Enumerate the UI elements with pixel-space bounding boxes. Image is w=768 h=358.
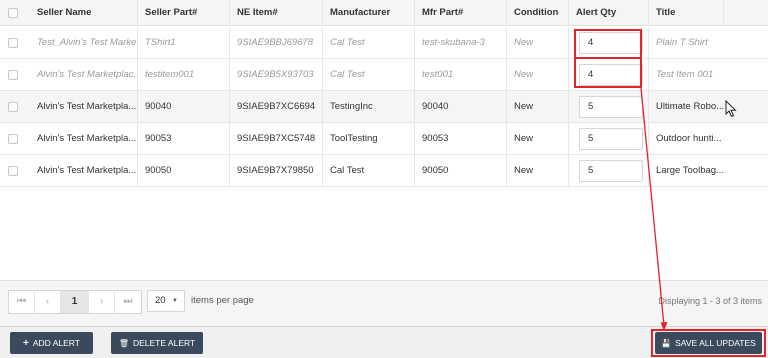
save-all-updates-label: SAVE ALL UPDATES xyxy=(675,338,756,348)
table-row[interactable]: Alvin's Test Marketpla... 90050 9SIAE9B7… xyxy=(0,155,768,187)
seller-part-cell: TShirt1 xyxy=(138,27,230,59)
alert-qty-input[interactable]: 4 xyxy=(579,64,643,86)
title-cell: Ultimate Robo... xyxy=(656,101,724,112)
manufacturer-cell: Cal Test xyxy=(323,155,415,187)
seller-part-cell: 90040 xyxy=(138,91,230,123)
ne-item-cell: 9SIAE9B5X93703 xyxy=(230,59,323,91)
manufacturer-cell: Cal Test xyxy=(323,27,415,59)
ne-item-cell: 9SIAE9B7XC5748 xyxy=(230,123,323,155)
row-checkbox[interactable] xyxy=(8,70,18,80)
save-icon: 💾 xyxy=(661,339,672,348)
last-page-button[interactable]: ⏭ xyxy=(115,291,141,313)
alert-qty-input[interactable]: 5 xyxy=(579,128,643,150)
trash-icon: 🗑 xyxy=(118,339,129,348)
alert-qty-input[interactable]: 4 xyxy=(579,32,643,54)
seller-name-cell: Alvin's Test Marketpla... xyxy=(30,155,138,187)
condition-cell: New xyxy=(507,27,569,59)
condition-cell: New xyxy=(507,59,569,91)
plus-icon: + xyxy=(23,338,29,349)
seller-part-cell: testitem001 xyxy=(138,59,230,91)
seller-name-cell: Alvin's Test Marketplac... xyxy=(30,59,138,91)
next-page-button[interactable]: › xyxy=(89,291,115,313)
column-header-mfr-part[interactable]: Mfr Part# xyxy=(415,0,507,26)
column-header-seller-part[interactable]: Seller Part# xyxy=(138,0,230,26)
mfr-part-cell: test-skubana-3 xyxy=(415,27,507,59)
title-cell: Large Toolbag... xyxy=(656,165,724,176)
condition-cell: New xyxy=(507,155,569,187)
alert-qty-input[interactable]: 5 xyxy=(579,96,643,118)
ne-item-cell: 9SIAE9B7X79850 xyxy=(230,155,323,187)
table-row[interactable]: Test_Alvin's Test Marke... TShirt1 9SIAE… xyxy=(0,27,768,59)
column-header-alert-qty[interactable]: Alert Qty xyxy=(569,0,649,26)
display-count-info: Displaying 1 - 3 of 3 items xyxy=(658,296,762,306)
condition-cell: New xyxy=(507,123,569,155)
page-size-value: 20 xyxy=(155,295,166,306)
page-size-select[interactable]: 20 ▼ xyxy=(147,290,185,312)
delete-alert-button[interactable]: 🗑 DELETE ALERT xyxy=(111,332,203,354)
pager-buttons: ⏮ ‹ 1 › ⏭ xyxy=(8,290,142,314)
alerts-grid: Seller Name Seller Part# NE Item# Manufa… xyxy=(0,0,768,280)
column-header-title[interactable]: Title xyxy=(649,0,724,26)
mfr-part-cell: 90040 xyxy=(415,91,507,123)
condition-cell: New xyxy=(507,91,569,123)
prev-page-button[interactable]: ‹ xyxy=(35,291,61,313)
table-row[interactable]: Alvin's Test Marketpla... 90053 9SIAE9B7… xyxy=(0,123,768,155)
table-row[interactable]: Alvin's Test Marketpla... 90040 9SIAE9B7… xyxy=(0,91,768,123)
column-header-seller-name[interactable]: Seller Name xyxy=(30,0,138,26)
seller-part-cell: 90050 xyxy=(138,155,230,187)
alert-qty-highlight-divider xyxy=(574,57,642,59)
add-alert-button[interactable]: + ADD ALERT xyxy=(10,332,93,354)
column-header-condition[interactable]: Condition xyxy=(507,0,569,26)
table-row[interactable]: Alvin's Test Marketplac... testitem001 9… xyxy=(0,59,768,91)
title-cell: Outdoor hunti... xyxy=(656,133,722,144)
title-cell: Test Item 001 xyxy=(656,69,714,80)
mouse-cursor-icon xyxy=(725,100,737,118)
alert-qty-input[interactable]: 5 xyxy=(579,160,643,182)
manufacturer-cell: TestingInc xyxy=(323,91,415,123)
delete-alert-label: DELETE ALERT xyxy=(132,338,196,348)
page-number-button[interactable]: 1 xyxy=(61,291,89,313)
row-checkbox[interactable] xyxy=(8,134,18,144)
grid-header: Seller Name Seller Part# NE Item# Manufa… xyxy=(0,0,768,26)
seller-part-cell: 90053 xyxy=(138,123,230,155)
mfr-part-cell: 90053 xyxy=(415,123,507,155)
ne-item-cell: 9SIAE9BBJ69678 xyxy=(230,27,323,59)
select-all-checkbox[interactable] xyxy=(8,8,18,18)
row-checkbox[interactable] xyxy=(8,166,18,176)
ne-item-cell: 9SIAE9B7XC6694 xyxy=(230,91,323,123)
mfr-part-cell: 90050 xyxy=(415,155,507,187)
items-per-page-label: items per page xyxy=(191,295,254,306)
row-checkbox[interactable] xyxy=(8,38,18,48)
pager-bar: ⏮ ‹ 1 › ⏭ 20 ▼ items per page Displaying… xyxy=(0,280,768,326)
title-cell: Plain T Shirt xyxy=(656,37,708,48)
seller-name-cell: Alvin's Test Marketpla... xyxy=(30,91,138,123)
column-header-manufacturer[interactable]: Manufacturer xyxy=(323,0,415,26)
mfr-part-cell: test001 xyxy=(415,59,507,91)
seller-name-cell: Test_Alvin's Test Marke... xyxy=(30,27,138,59)
seller-name-cell: Alvin's Test Marketpla... xyxy=(30,123,138,155)
row-checkbox[interactable] xyxy=(8,102,18,112)
add-alert-label: ADD ALERT xyxy=(32,338,80,348)
caret-down-icon: ▼ xyxy=(172,298,178,304)
manufacturer-cell: ToolTesting xyxy=(323,123,415,155)
save-all-updates-button[interactable]: 💾 SAVE ALL UPDATES xyxy=(655,332,762,354)
column-header-ne-item[interactable]: NE Item# xyxy=(230,0,323,26)
first-page-button[interactable]: ⏮ xyxy=(9,291,35,313)
manufacturer-cell: Cal Test xyxy=(323,59,415,91)
footer-toolbar: + ADD ALERT 🗑 DELETE ALERT 💾 SAVE ALL UPDAT… xyxy=(0,326,768,358)
